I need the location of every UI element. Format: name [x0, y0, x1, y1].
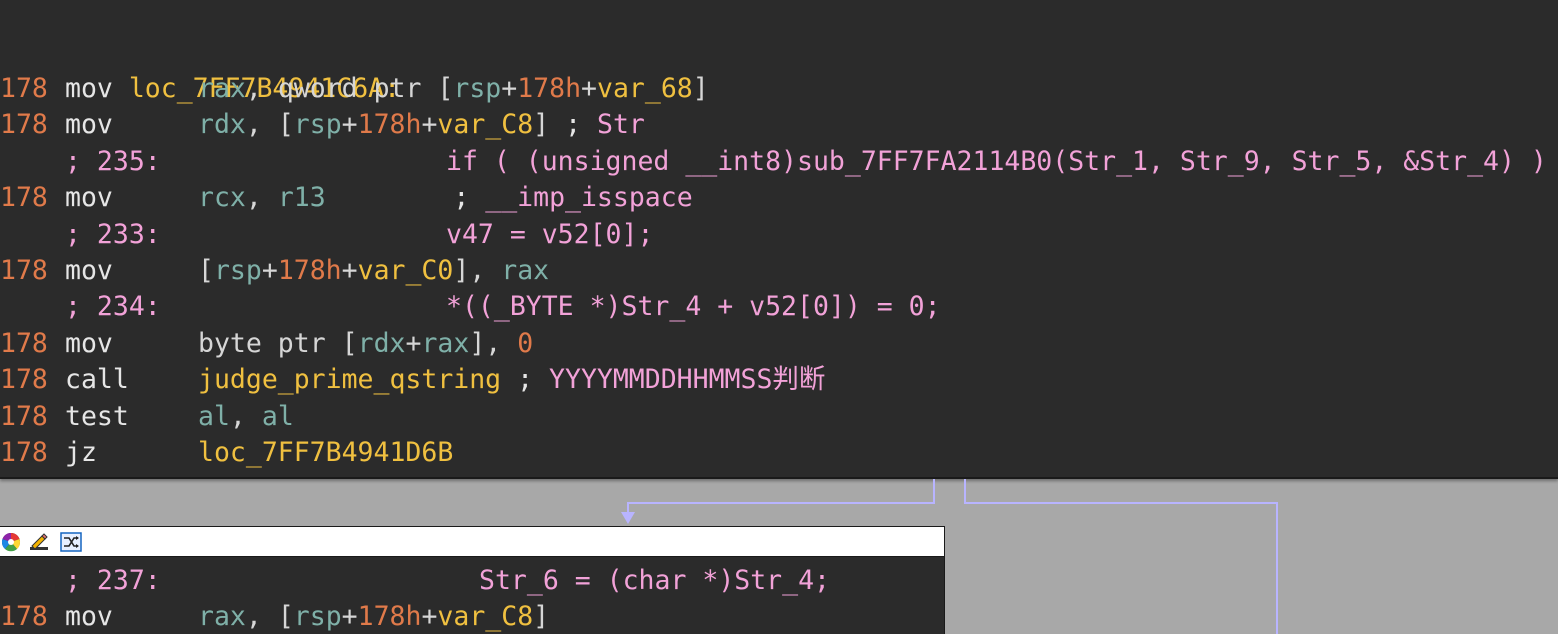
mnemonic[interactable]: mov — [65, 107, 198, 143]
operands[interactable]: loc_7FF7B4941D6B — [198, 437, 453, 468]
graph-layout-icon[interactable] — [60, 531, 82, 553]
line-number: 178 — [0, 601, 48, 633]
source-line-ref: ; 237: — [65, 565, 161, 596]
mnemonic[interactable]: mov — [65, 253, 198, 289]
asm-line[interactable]: 178 mov [rsp+178h+var_C0], rax — [0, 253, 549, 289]
pseudocode-comment-line[interactable]: ; 233: v47 = v52[0]; — [0, 217, 653, 253]
mnemonic[interactable]: mov — [65, 326, 198, 362]
pseudocode-text: Str_6 = (char *)Str_4; — [479, 565, 830, 596]
asm-line[interactable]: 178 call judge_prime_qstring ; YYYYMMDDHHM… — [0, 362, 825, 398]
mnemonic[interactable]: mov — [65, 180, 198, 216]
operands[interactable]: rax, [rsp+178h+var_C8] — [198, 601, 549, 632]
code-block-bottom[interactable]: ; 237: Str_6 = (char *)Str_4; 178 mov rax, [… — [0, 526, 945, 634]
asm-line[interactable]: 178 mov rax, [rsp+178h+var_C8] — [0, 599, 549, 634]
graph-edge — [933, 479, 935, 503]
mnemonic[interactable]: mov — [65, 71, 198, 107]
operands[interactable]: al, al — [198, 401, 294, 432]
mnemonic[interactable]: mov — [65, 599, 198, 634]
line-number: 178 — [0, 364, 48, 396]
edit-pencil-icon[interactable] — [28, 531, 50, 553]
operands[interactable]: rdx, [rsp+178h+var_C8] ; Str — [198, 109, 645, 140]
source-line-ref: ; 235: — [65, 145, 161, 177]
graph-edge — [964, 502, 1278, 504]
edge-arrow-icon — [621, 512, 635, 524]
line-number: 178 — [0, 400, 48, 432]
mnemonic[interactable]: call — [65, 362, 198, 398]
node-titlebar — [0, 527, 944, 557]
line-number: 178 — [0, 182, 48, 214]
pseudocode-text: *((_BYTE *)Str_4 + v52[0]) = 0; — [446, 291, 941, 323]
source-line-ref: ; 233: — [65, 218, 161, 250]
code-block-top[interactable]: loc_7FF7B4941C6A: 178 mov rax, qword ptr [… — [0, 0, 1558, 479]
graph-edge — [1276, 502, 1278, 634]
mnemonic[interactable]: test — [65, 399, 198, 435]
line-number: 178 — [0, 109, 48, 141]
pseudocode-text: if ( (unsigned __int8)sub_7FF7FA2114B0(S… — [446, 145, 1547, 177]
graph-edge — [964, 479, 966, 503]
line-number: 178 — [0, 255, 48, 286]
line-number: 178 — [0, 327, 48, 359]
mnemonic[interactable]: jz — [65, 435, 198, 471]
operands[interactable]: byte ptr [rdx+rax], 0 — [198, 328, 533, 359]
asm-line[interactable]: 178 mov rcx, r13 ; __imp_isspace — [0, 180, 693, 216]
color-wheel-icon[interactable] — [0, 531, 22, 553]
line-number: 178 — [0, 73, 48, 104]
operands[interactable]: judge_prime_qstring ; YYYYMMDDHHMMSS判断 — [198, 364, 825, 395]
code-line-label[interactable]: loc_7FF7B4941C6A: — [0, 35, 400, 104]
graph-edge — [627, 502, 935, 504]
asm-line[interactable]: 178 mov rax, qword ptr [rsp+178h+var_68] — [0, 71, 709, 107]
operands[interactable]: rax, qword ptr [rsp+178h+var_68] — [198, 73, 709, 104]
asm-line[interactable]: 178 jz loc_7FF7B4941D6B — [0, 435, 453, 471]
asm-line[interactable]: 178 mov byte ptr [rdx+rax], 0 — [0, 326, 533, 362]
line-number: 178 — [0, 437, 48, 468]
pseudocode-text: v47 = v52[0]; — [446, 218, 654, 250]
pseudocode-comment-line[interactable]: ; 237: Str_6 = (char *)Str_4; — [0, 563, 830, 599]
asm-line[interactable]: 178 mov rdx, [rsp+178h+var_C8] ; Str — [0, 107, 645, 143]
operands[interactable]: rcx, r13 ; __imp_isspace — [198, 182, 693, 213]
operands[interactable]: [rsp+178h+var_C0], rax — [198, 255, 549, 286]
pseudocode-comment-line[interactable]: ; 234: *((_BYTE *)Str_4 + v52[0]) = 0; — [0, 289, 941, 325]
pseudocode-comment-line[interactable]: ; 235: if ( (unsigned __int8)sub_7FF7FA21… — [0, 144, 1547, 180]
asm-line[interactable]: 178 test al, al — [0, 399, 294, 435]
source-line-ref: ; 234: — [65, 291, 161, 323]
